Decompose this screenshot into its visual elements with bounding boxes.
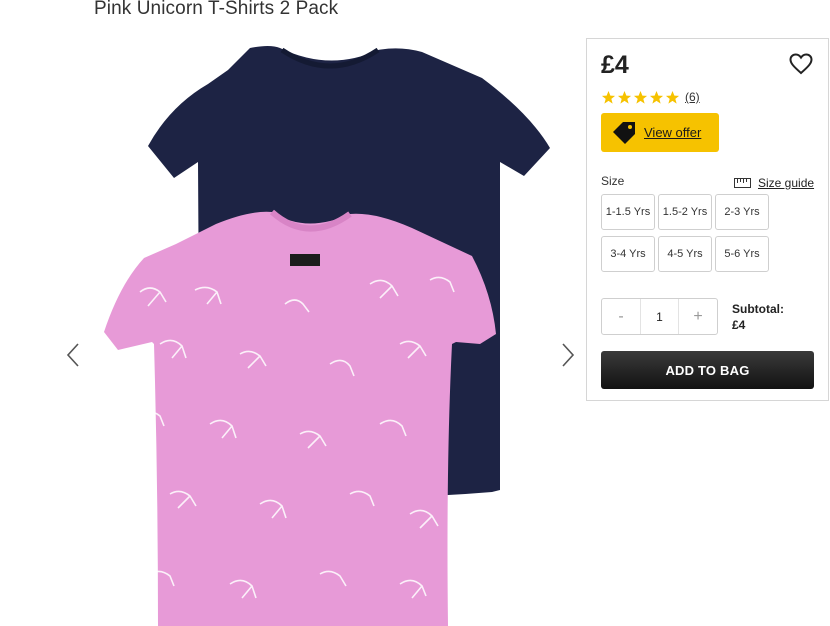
purchase-panel: £4 (6) View offer Size Size guide 1-1.5 [586, 38, 829, 401]
view-offer-label: View offer [644, 125, 702, 140]
size-guide-link[interactable]: Size guide [734, 176, 814, 190]
subtotal-label: Subtotal: [732, 302, 784, 316]
chevron-left-icon [66, 343, 79, 367]
ruler-icon [734, 178, 751, 188]
size-options: 1-1.5 Yrs 1.5-2 Yrs 2-3 Yrs 3-4 Yrs 4-5 … [601, 194, 775, 272]
star-icon [665, 90, 680, 104]
product-title: Pink Unicorn T-Shirts 2 Pack [94, 0, 339, 19]
size-option[interactable]: 1-1.5 Yrs [601, 194, 655, 230]
size-label: Size [601, 174, 625, 188]
tag-icon [613, 121, 635, 144]
star-icon [633, 90, 648, 104]
wishlist-button[interactable] [789, 53, 813, 75]
subtotal: Subtotal: £4 [732, 301, 784, 333]
size-option[interactable]: 5-6 Yrs [715, 236, 769, 272]
add-to-bag-button[interactable]: ADD TO BAG [601, 351, 814, 389]
view-offer-button[interactable]: View offer [601, 113, 719, 152]
review-count-link[interactable]: (6) [685, 90, 700, 104]
size-option[interactable]: 4-5 Yrs [658, 236, 712, 272]
rating: (6) [601, 89, 700, 105]
star-icon [649, 90, 664, 104]
size-option[interactable]: 1.5-2 Yrs [658, 194, 712, 230]
gallery-prev-button[interactable] [62, 340, 84, 370]
gallery-next-button[interactable] [557, 340, 579, 370]
quantity-decrease-button[interactable]: - [602, 299, 640, 334]
size-guide-label: Size guide [758, 176, 815, 190]
quantity-stepper: - 1 + [601, 298, 718, 335]
subtotal-value: £4 [732, 318, 746, 332]
size-option[interactable]: 3-4 Yrs [601, 236, 655, 272]
product-image [100, 44, 555, 626]
star-icon [617, 90, 632, 104]
quantity-value[interactable]: 1 [640, 299, 679, 334]
star-rating [601, 90, 680, 105]
chevron-right-icon [562, 343, 575, 367]
star-icon [601, 90, 616, 104]
quantity-increase-button[interactable]: + [679, 299, 717, 334]
heart-icon [789, 53, 813, 75]
price: £4 [601, 51, 629, 79]
size-option[interactable]: 2-3 Yrs [715, 194, 769, 230]
